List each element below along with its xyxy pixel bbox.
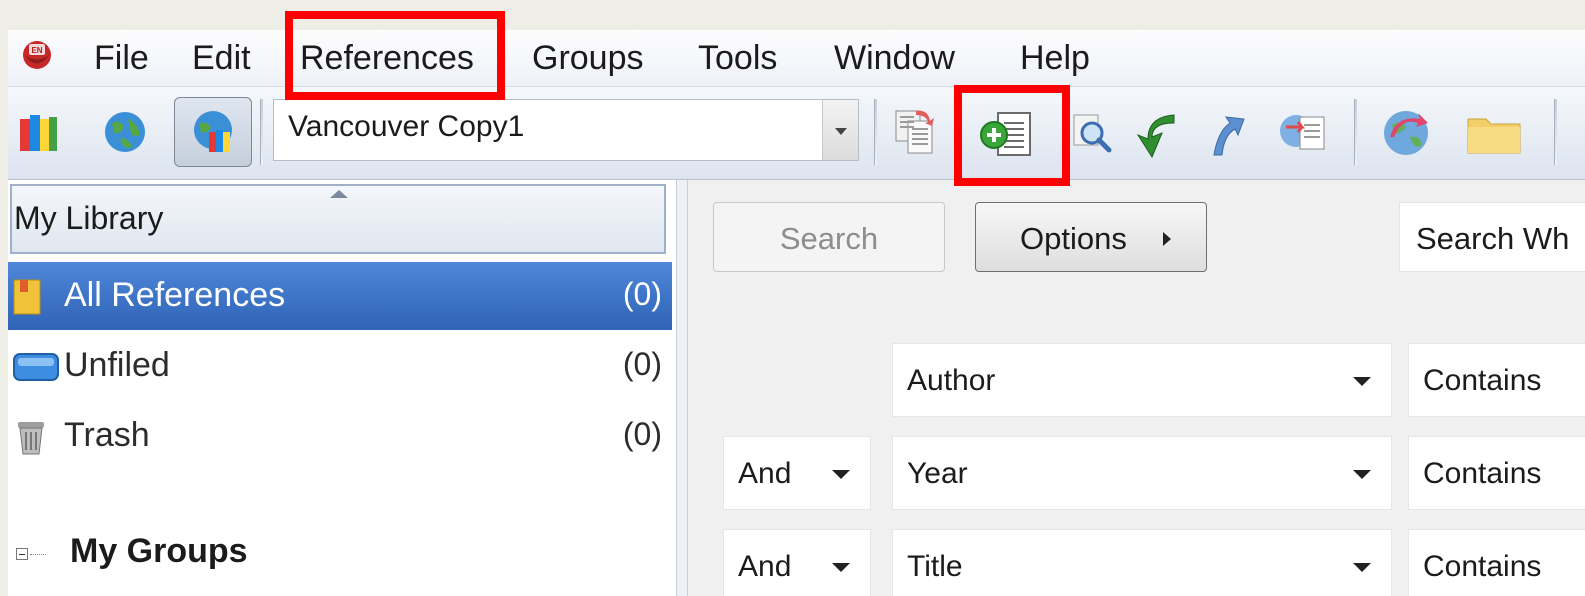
library-header[interactable]: My Library <box>10 184 666 254</box>
field-combo-value: Author <box>907 364 996 397</box>
output-style-value: Vancouver Copy1 <box>288 110 525 143</box>
chevron-down-icon <box>832 470 850 479</box>
trash-icon <box>18 422 44 455</box>
svg-text:EN: EN <box>31 46 42 55</box>
local-library-icon[interactable] <box>16 109 60 155</box>
connector-combo[interactable]: And <box>723 529 871 596</box>
group-item-count: (0) <box>622 276 662 312</box>
connector-combo-value: And <box>738 550 792 583</box>
group-item-label: Unfiled <box>64 346 170 384</box>
sort-caret-icon <box>330 190 348 198</box>
tree-connector <box>30 554 46 555</box>
menu-tools[interactable]: Tools <box>698 38 777 78</box>
find-full-text-icon[interactable] <box>1070 111 1114 157</box>
chevron-down-icon <box>1353 563 1371 572</box>
search-button[interactable]: Search <box>713 202 945 272</box>
toolbar-separator <box>260 99 263 165</box>
chevron-down-icon <box>1353 470 1371 479</box>
options-button-label: Options <box>1020 221 1127 256</box>
toolbar-separator <box>1554 99 1557 165</box>
open-folder-icon[interactable] <box>1466 111 1522 155</box>
operator-combo[interactable]: Contains <box>1408 436 1585 510</box>
endnote-logo-icon: EN <box>23 41 51 69</box>
menu-edit[interactable]: Edit <box>192 38 251 78</box>
groups-pane: My Library All References (0) Unfiled (0… <box>8 180 676 596</box>
field-combo-author[interactable]: Author <box>892 343 1392 417</box>
field-combo-value: Title <box>907 550 963 583</box>
output-style-combo[interactable]: Vancouver Copy1 <box>273 99 859 161</box>
menu-bar: EN File Edit References Groups Tools Win… <box>8 30 1585 87</box>
operator-combo-value: Contains <box>1423 364 1542 397</box>
export-icon[interactable] <box>1204 109 1250 159</box>
my-groups-heading[interactable]: My Groups <box>70 532 248 571</box>
group-item-trash[interactable]: Trash (0) <box>8 402 672 470</box>
group-item-all-references[interactable]: All References (0) <box>8 262 672 330</box>
all-references-icon <box>13 279 41 315</box>
group-item-count: (0) <box>622 416 662 452</box>
group-item-unfiled[interactable]: Unfiled (0) <box>8 332 672 400</box>
library-header-label: My Library <box>14 200 164 236</box>
highlight-new-reference-button <box>954 85 1070 186</box>
operator-combo-value: Contains <box>1423 550 1542 583</box>
return-icon[interactable] <box>1130 107 1182 161</box>
integrated-library-icon <box>194 111 232 152</box>
group-item-count: (0) <box>622 346 662 382</box>
chevron-down-icon <box>832 563 850 572</box>
operator-combo[interactable]: Contains <box>1408 343 1585 417</box>
chevron-down-icon <box>1353 377 1371 386</box>
online-search-icon[interactable] <box>102 109 148 155</box>
toolbar: Vancouver Copy1 <box>8 87 1585 180</box>
menu-groups[interactable]: Groups <box>532 38 644 78</box>
toolbar-separator <box>874 99 877 165</box>
connector-combo-value: And <box>738 457 792 490</box>
operator-combo-value: Contains <box>1423 457 1542 490</box>
highlight-references-menu <box>285 11 505 100</box>
collapse-groups-icon[interactable] <box>16 548 28 560</box>
field-combo-title[interactable]: Title <box>892 529 1392 596</box>
online-sync-icon[interactable] <box>1380 107 1434 159</box>
search-button-label: Search <box>779 221 879 256</box>
unfiled-icon <box>13 353 59 381</box>
group-item-label: All References <box>64 276 286 314</box>
field-combo-year[interactable]: Year <box>892 436 1392 510</box>
chevron-down-icon[interactable] <box>822 100 858 160</box>
endnote-window: EN File Edit References Groups Tools Win… <box>8 30 1585 596</box>
integrated-library-button[interactable] <box>174 97 252 167</box>
chevron-right-icon <box>1163 232 1171 246</box>
pane-splitter[interactable] <box>676 180 688 596</box>
search-where-combo[interactable]: Search Wh <box>1399 202 1585 272</box>
menu-help[interactable]: Help <box>1020 38 1090 78</box>
field-combo-value: Year <box>907 457 968 490</box>
search-panel: Search Options Search Wh Author Contains… <box>688 180 1585 596</box>
insert-citation-icon[interactable] <box>1276 109 1330 157</box>
search-where-value: Search Wh <box>1416 221 1570 256</box>
operator-combo[interactable]: Contains <box>1408 529 1585 596</box>
group-item-label: Trash <box>64 416 150 454</box>
copy-formatted-icon[interactable] <box>892 107 938 157</box>
menu-file[interactable]: File <box>94 38 149 78</box>
toolbar-separator <box>1354 99 1357 165</box>
menu-window[interactable]: Window <box>834 38 955 78</box>
connector-combo[interactable]: And <box>723 436 871 510</box>
options-button[interactable]: Options <box>975 202 1207 272</box>
